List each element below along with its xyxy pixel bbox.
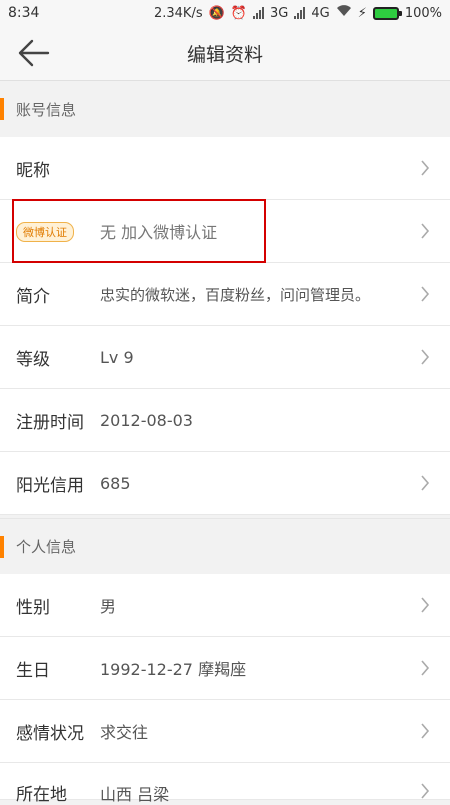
row-sunshine-credit[interactable]: 阳光信用 685 — [0, 452, 450, 515]
chevron-right-icon — [421, 723, 430, 739]
chevron-right-icon — [421, 223, 430, 239]
section-header-personal: 个人信息 — [0, 518, 450, 574]
chevron-right-icon — [421, 783, 430, 799]
chevron-right-icon — [421, 160, 430, 176]
row-birthday[interactable]: 生日 1992-12-27 摩羯座 — [0, 637, 450, 700]
mute-icon: 🔕 — [208, 5, 225, 21]
signal-icon — [294, 7, 306, 19]
row-key: 昵称 — [16, 160, 50, 181]
row-key: 性别 — [16, 597, 50, 618]
battery-icon — [372, 6, 402, 20]
top-bar: 编辑资料 — [0, 26, 450, 81]
row-value: 685 — [100, 473, 131, 493]
row-weibo-verify[interactable]: 微博认证 无 加入微博认证 — [0, 200, 450, 263]
back-arrow-icon[interactable] — [16, 38, 50, 68]
chevron-right-icon — [421, 349, 430, 365]
row-register-date: 注册时间 2012-08-03 — [0, 389, 450, 452]
row-key: 简介 — [16, 286, 50, 307]
row-value: 求交往 — [100, 723, 149, 742]
row-value: 1992-12-27 摩羯座 — [100, 660, 247, 679]
row-nickname[interactable]: 昵称 — [0, 137, 450, 200]
row-gender[interactable]: 性别 男 — [0, 574, 450, 637]
section-accent-bar — [0, 535, 4, 558]
section-title: 个人信息 — [16, 538, 77, 556]
row-key: 等级 — [16, 349, 50, 370]
row-value: 无 加入微博认证 — [100, 223, 218, 242]
row-key: 注册时间 — [16, 412, 84, 433]
status-time: 8:34 — [8, 5, 40, 21]
network-speed: 2.34K/s — [153, 5, 203, 21]
signal-icon — [252, 7, 264, 19]
section-header-account: 账号信息 — [0, 81, 450, 137]
chevron-right-icon — [421, 660, 430, 676]
network-3g: 3G — [269, 5, 289, 21]
row-location[interactable]: 所在地 山西 吕梁 — [0, 763, 450, 805]
alarm-icon: ⏰ — [230, 5, 247, 21]
battery-percent: 100% — [404, 5, 442, 21]
row-key: 感情状况 — [16, 723, 84, 744]
row-intro[interactable]: 简介 忠实的微软迷，百度粉丝，问问管理员。 — [0, 263, 450, 326]
row-relationship[interactable]: 感情状况 求交往 — [0, 700, 450, 763]
row-value: 忠实的微软迷，百度粉丝，问问管理员。 — [100, 285, 371, 304]
section-title: 账号信息 — [16, 100, 77, 119]
page-title: 编辑资料 — [186, 43, 263, 66]
wifi-icon — [336, 5, 352, 21]
row-key: 阳光信用 — [16, 475, 84, 496]
row-value: 2012-08-03 — [100, 410, 193, 430]
weibo-verify-badge: 微博认证 — [16, 222, 74, 242]
status-icons: 2.34K/s 🔕 ⏰ 3G 4G ⚡ 100% — [154, 5, 442, 21]
chevron-right-icon — [421, 475, 430, 491]
row-value: Lv 9 — [100, 347, 134, 367]
row-key: 所在地 — [16, 785, 67, 805]
row-key: 生日 — [16, 660, 50, 681]
status-bar: 8:34 2.34K/s 🔕 ⏰ 3G 4G ⚡ 100% — [0, 0, 450, 26]
row-value: 山西 吕梁 — [100, 785, 170, 804]
row-level[interactable]: 等级 Lv 9 — [0, 326, 450, 389]
section-accent-bar — [0, 98, 4, 120]
charging-icon: ⚡ — [357, 5, 367, 21]
row-value: 男 — [100, 597, 117, 616]
network-4g: 4G — [311, 5, 330, 21]
chevron-right-icon — [421, 286, 430, 302]
chevron-right-icon — [421, 597, 430, 613]
